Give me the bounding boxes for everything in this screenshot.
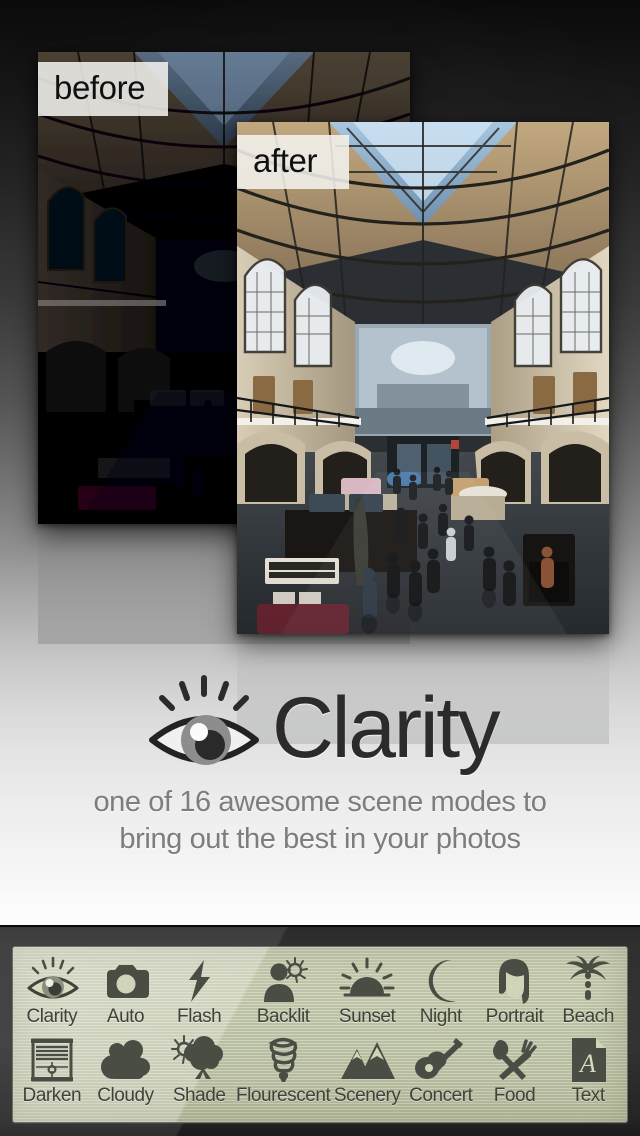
camera-icon	[97, 956, 153, 1006]
palm-tree-icon	[560, 956, 616, 1006]
window-blind-icon	[24, 1035, 80, 1085]
person-with-sun-icon	[255, 956, 311, 1006]
mode-label: Flourescent	[236, 1085, 331, 1106]
mode-button-scenery[interactable]: Scenery	[330, 1035, 404, 1114]
mode-button-cloudy[interactable]: Cloudy	[89, 1035, 163, 1114]
after-photo[interactable]: after	[237, 122, 609, 634]
scene-modes-grid: Clarity Auto Flash Backlit Sunset Night …	[13, 947, 627, 1122]
mountains-icon	[339, 1035, 396, 1085]
brand-row: Clarity	[0, 672, 640, 776]
mode-label: Food	[493, 1085, 536, 1106]
mode-button-beach[interactable]: Beach	[551, 956, 625, 1035]
tree-with-sun-icon	[171, 1035, 227, 1085]
mode-label: Backlit	[256, 1006, 310, 1027]
eye-icon	[24, 956, 80, 1006]
lightning-bolt-icon	[171, 956, 227, 1006]
svg-text:A: A	[578, 1049, 596, 1078]
scene-modes-toolbar: Clarity Auto Flash Backlit Sunset Night …	[0, 925, 640, 1136]
half-sun-rays-icon	[339, 956, 395, 1006]
mode-button-flash[interactable]: Flash	[162, 956, 236, 1035]
mode-label: Night	[419, 1006, 463, 1027]
mode-button-shade[interactable]: Shade	[162, 1035, 236, 1114]
brand-subtitle-line1: one of 16 awesome scene modes to	[93, 786, 547, 818]
scene-modes-panel: Clarity Auto Flash Backlit Sunset Night …	[12, 946, 628, 1123]
mode-label: Cloudy	[97, 1085, 154, 1106]
mode-button-portrait[interactable]: Portrait	[478, 956, 552, 1035]
fork-knife-icon	[486, 1035, 542, 1085]
mode-button-flourescent[interactable]: Flourescent	[236, 1035, 331, 1114]
brand-subtitle-line2: bring out the best in your photos	[119, 822, 521, 855]
mode-label: Auto	[106, 1006, 145, 1027]
crescent-moon-icon	[413, 956, 469, 1006]
mode-button-sunset[interactable]: Sunset	[330, 956, 404, 1035]
mode-label: Scenery	[333, 1085, 401, 1106]
mode-button-clarity[interactable]: Clarity	[15, 956, 89, 1035]
mode-label: Clarity	[26, 1006, 78, 1027]
cloud-icon	[97, 1035, 153, 1085]
before-label: before	[38, 62, 168, 116]
mode-button-backlit[interactable]: Backlit	[236, 956, 330, 1035]
mode-label: Sunset	[338, 1006, 396, 1027]
mode-button-auto[interactable]: Auto	[89, 956, 163, 1035]
mode-label: Concert	[409, 1085, 473, 1106]
after-photo-image	[237, 122, 609, 634]
cfl-bulb-icon	[255, 1035, 311, 1085]
brand-subtitle: one of 16 awesome scene modes to bring o…	[0, 784, 640, 857]
brand-block: Clarity one of 16 awesome scene modes to…	[0, 672, 640, 857]
page-title: Clarity	[271, 679, 501, 776]
mode-button-text[interactable]: A Text	[551, 1035, 625, 1114]
mode-button-food[interactable]: Food	[478, 1035, 552, 1114]
document-a-icon: A	[560, 1035, 616, 1085]
woman-face-icon	[486, 956, 542, 1006]
mode-label: Shade	[172, 1085, 226, 1106]
mode-label: Beach	[562, 1006, 614, 1027]
guitar-icon	[413, 1035, 469, 1085]
mode-button-darken[interactable]: Darken	[15, 1035, 89, 1114]
mode-button-concert[interactable]: Concert	[404, 1035, 478, 1114]
mode-label: Text	[571, 1085, 605, 1106]
mode-label: Portrait	[485, 1006, 544, 1027]
mode-label: Darken	[22, 1085, 82, 1106]
after-label: after	[237, 135, 349, 189]
mode-label: Flash	[177, 1006, 222, 1027]
eye-icon	[148, 675, 259, 765]
mode-button-night[interactable]: Night	[404, 956, 478, 1035]
app-screen: before after Clarity one of 16 awesome s…	[0, 0, 640, 1136]
